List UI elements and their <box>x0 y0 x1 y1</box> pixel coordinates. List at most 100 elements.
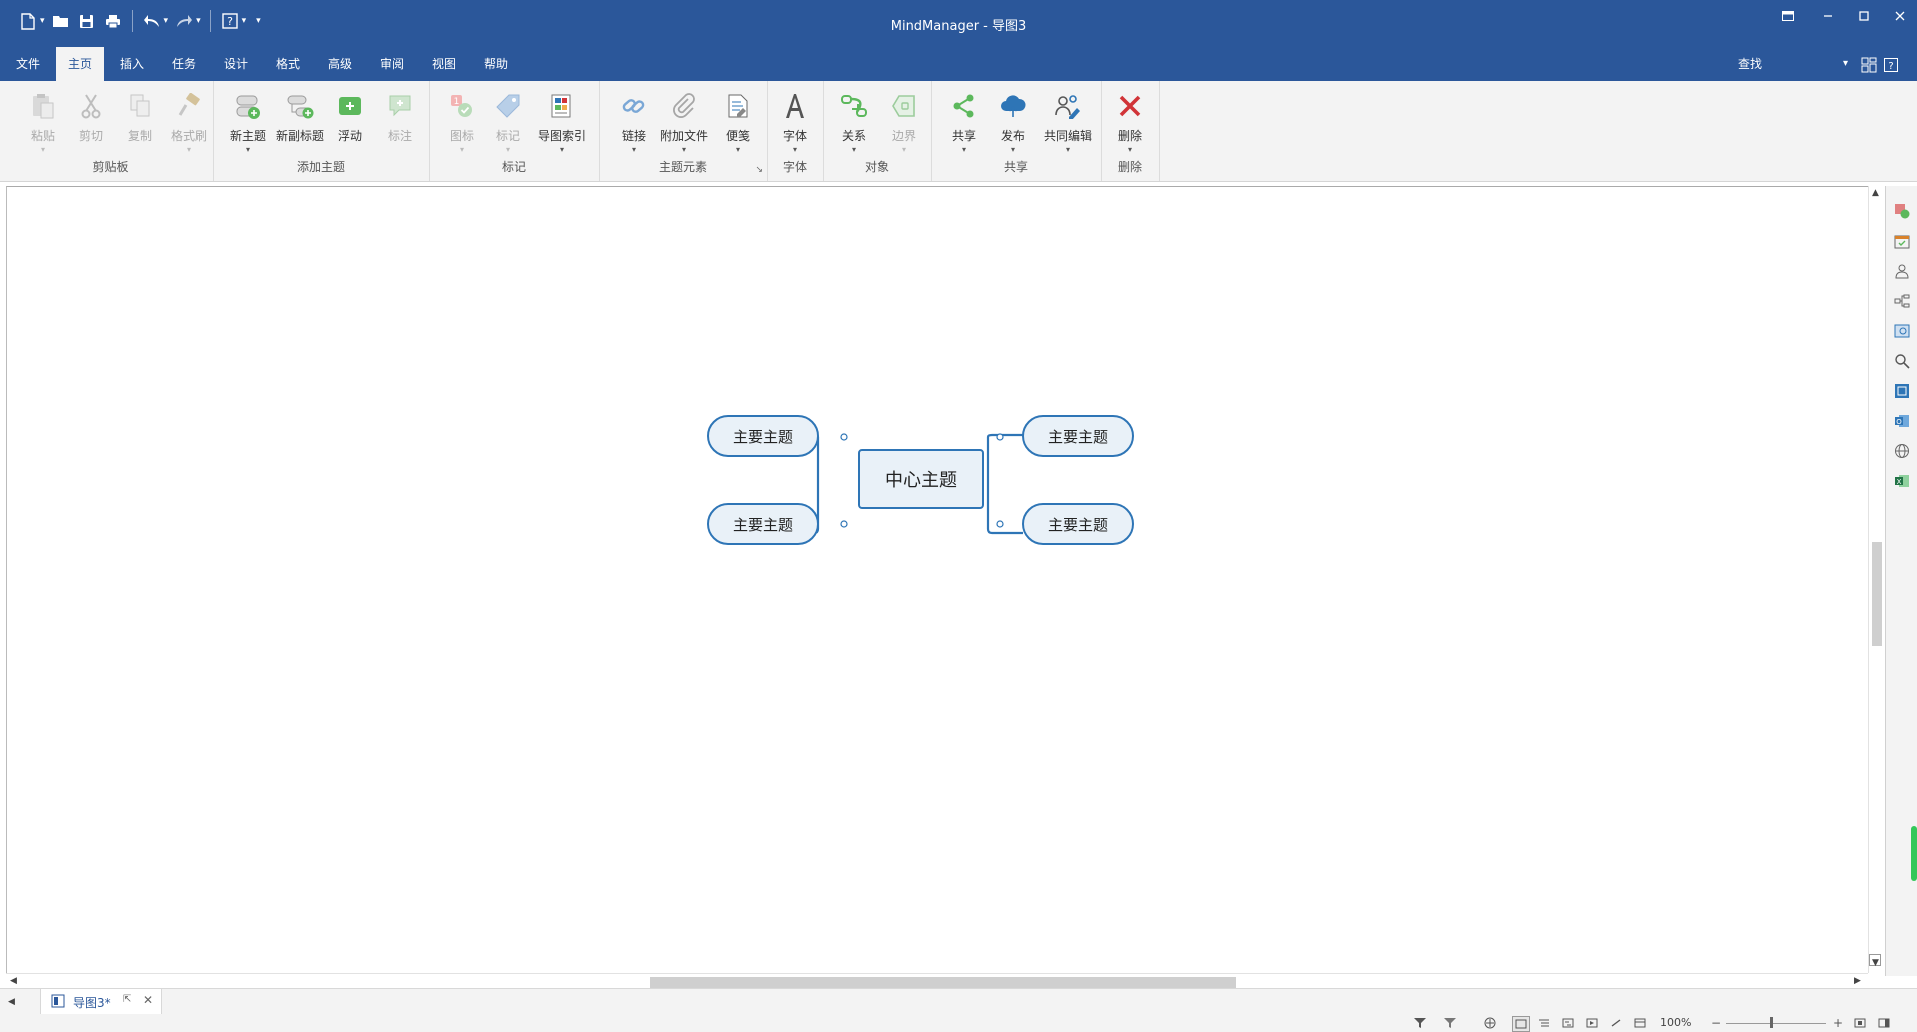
menu-format[interactable]: 格式 <box>264 47 312 81</box>
menu-home[interactable]: 主页 <box>56 47 105 81</box>
ribbon-group-objects: 关系 ▾ 边界 ▾ 对象 <box>823 81 932 181</box>
icon-marker-icon: 1 <box>447 91 477 121</box>
zoom-slider[interactable] <box>1726 1023 1826 1024</box>
notes-icon <box>723 91 753 121</box>
delete-button[interactable]: 删除 ▾ <box>1103 87 1157 157</box>
browser-icon[interactable] <box>1891 440 1913 462</box>
attachment-icon <box>669 91 699 121</box>
help-question-icon[interactable]: ? <box>1880 55 1902 75</box>
layout-options-icon[interactable] <box>1858 55 1880 75</box>
scroll-right-icon[interactable]: ▶ <box>1854 976 1861 986</box>
format-painter-button[interactable]: 格式刷 ▾ <box>162 87 216 157</box>
link-button[interactable]: 链接 ▾ <box>607 87 661 157</box>
scroll-down-icon[interactable]: ▼ <box>1872 958 1879 968</box>
search-dropdown-icon[interactable]: ▾ <box>1843 47 1848 81</box>
menu-view[interactable]: 视图 <box>420 47 468 81</box>
attach-file-button[interactable]: 附加文件 ▾ <box>657 87 711 157</box>
zoom-out-icon[interactable]: − <box>1708 1016 1724 1030</box>
schedule-view-icon[interactable] <box>1632 1016 1648 1030</box>
delete-icon <box>1115 91 1145 121</box>
tag-button[interactable]: 标记 ▾ <box>481 87 535 157</box>
map-view-icon[interactable] <box>1512 1016 1530 1032</box>
maximize-icon[interactable] <box>1849 6 1879 26</box>
calendar-icon[interactable] <box>1891 230 1913 252</box>
overview-icon[interactable] <box>1891 380 1913 402</box>
scroll-left-icon[interactable]: ◀ <box>10 976 17 986</box>
group-title-markers: 标记 <box>501 160 526 174</box>
fit-map-icon[interactable] <box>1852 1016 1868 1030</box>
task-pane-toggle-icon[interactable] <box>1876 1016 1892 1030</box>
boundary-button[interactable]: 边界 ▾ <box>877 87 931 157</box>
menu-help[interactable]: 帮助 <box>472 47 520 81</box>
relationship-icon <box>839 91 869 121</box>
scroll-up-icon[interactable]: ▲ <box>1872 188 1879 198</box>
copy-button[interactable]: 复制 <box>113 87 167 157</box>
left-bottom-connector-handle[interactable] <box>840 520 848 528</box>
floating-topic-button[interactable]: 浮动 <box>323 87 377 157</box>
central-topic[interactable]: 中心主题 <box>858 449 984 509</box>
slides-view-icon[interactable] <box>1584 1016 1600 1030</box>
main-topic-left-bottom[interactable]: 主要主题 <box>707 503 819 545</box>
map-canvas[interactable]: 中心主题 主要主题 主要主题 主要主题 主要主题 <box>6 186 1869 974</box>
new-topic-button[interactable]: 新主题 ▾ <box>221 87 275 157</box>
task-info-icon[interactable] <box>1891 200 1913 222</box>
font-button[interactable]: 字体 ▾ <box>768 87 822 157</box>
library-icon[interactable] <box>1891 320 1913 342</box>
title-bar: ▾ ▾ ▾ ? ▾ ▾ MindManager - 导图3 <box>0 0 1917 47</box>
horizontal-scroll-thumb[interactable] <box>650 977 1236 988</box>
menu-task[interactable]: 任务 <box>160 47 208 81</box>
balance-map-icon[interactable] <box>1482 1016 1498 1030</box>
document-tab[interactable]: 导图3* ⇱ ✕ <box>40 989 162 1015</box>
vertical-scrollbar[interactable]: ▲ ▼ <box>1868 186 1883 973</box>
search-label[interactable]: 查找 <box>1738 47 1762 81</box>
group-title-topic-elements: 主题元素 <box>658 160 707 174</box>
link-view-icon[interactable] <box>1608 1016 1624 1030</box>
tab-close-icon[interactable]: ✕ <box>143 993 153 1007</box>
co-edit-icon <box>1053 91 1083 121</box>
svg-text:O: O <box>1896 418 1902 426</box>
cut-button[interactable]: 剪切 <box>64 87 118 157</box>
menu-advanced[interactable]: 高级 <box>316 47 364 81</box>
menu-review[interactable]: 审阅 <box>368 47 416 81</box>
paste-button[interactable]: 粘贴 ▾ <box>16 87 70 157</box>
search-icon[interactable] <box>1891 350 1913 372</box>
ribbon-display-icon[interactable] <box>1773 6 1803 26</box>
filter-options-icon[interactable] <box>1442 1016 1458 1030</box>
boundary-icon <box>889 91 919 121</box>
excel-icon[interactable]: X <box>1891 470 1913 492</box>
tab-float-icon[interactable]: ⇱ <box>123 994 131 1005</box>
resources-icon[interactable] <box>1891 260 1913 282</box>
outline-view-icon[interactable] <box>1536 1016 1552 1030</box>
share-button[interactable]: 共享 ▾ <box>937 87 991 157</box>
map-parts-icon[interactable] <box>1891 290 1913 312</box>
outlook-icon[interactable]: O <box>1891 410 1913 432</box>
main-topic-right-top[interactable]: 主要主题 <box>1022 415 1134 457</box>
gantt-view-icon[interactable] <box>1560 1016 1576 1030</box>
svg-text:1: 1 <box>454 97 460 107</box>
menu-insert[interactable]: 插入 <box>108 47 156 81</box>
tab-scroll-left-icon[interactable]: ◀ <box>8 997 15 1007</box>
close-icon[interactable] <box>1885 6 1915 26</box>
right-top-connector-handle[interactable] <box>996 433 1004 441</box>
copy-icon <box>125 91 155 121</box>
document-tab-bar: ◀ 导图3* ⇱ ✕ <box>0 988 1917 1015</box>
relationship-button[interactable]: 关系 ▾ <box>827 87 881 157</box>
main-topic-left-top[interactable]: 主要主题 <box>707 415 819 457</box>
filter-icon[interactable] <box>1412 1016 1428 1030</box>
notes-button[interactable]: 便笺 ▾ <box>711 87 765 157</box>
callout-button[interactable]: 标注 <box>373 87 427 157</box>
publish-button[interactable]: 发布 ▾ <box>986 87 1040 157</box>
map-index-button[interactable]: 导图索引 ▾ <box>535 87 589 157</box>
horizontal-scrollbar[interactable]: ◀ ▶ <box>6 973 1868 989</box>
right-bottom-connector-handle[interactable] <box>996 520 1004 528</box>
co-edit-button[interactable]: 共同编辑 ▾ <box>1041 87 1095 157</box>
zoom-slider-thumb[interactable] <box>1770 1017 1773 1028</box>
menu-design[interactable]: 设计 <box>212 47 260 81</box>
left-top-connector-handle[interactable] <box>840 433 848 441</box>
new-subtopic-button[interactable]: 新副标题 <box>273 87 327 157</box>
vertical-scroll-thumb[interactable] <box>1872 542 1882 646</box>
main-topic-right-bottom[interactable]: 主要主题 <box>1022 503 1134 545</box>
menu-file[interactable]: 文件 <box>4 47 52 81</box>
minimize-icon[interactable] <box>1813 6 1843 26</box>
zoom-in-icon[interactable]: + <box>1830 1016 1846 1030</box>
